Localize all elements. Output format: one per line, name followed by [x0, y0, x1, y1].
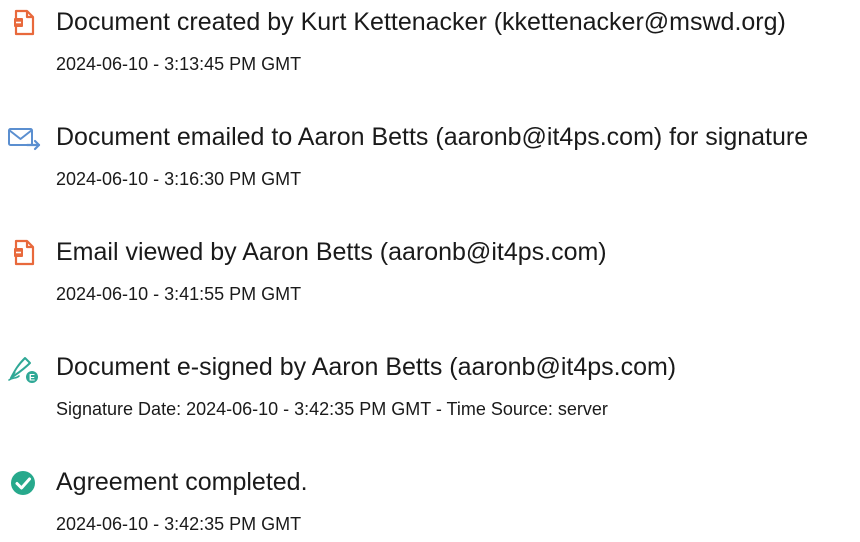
svg-text:E: E: [29, 373, 35, 383]
email-viewed-icon: [6, 238, 42, 268]
audit-event-email-viewed: Email viewed by Aaron Betts (aaronb@it4p…: [0, 232, 860, 312]
email-sent-icon: [6, 123, 42, 153]
event-signature-details: Signature Date: 2024-06-10 - 3:42:35 PM …: [56, 399, 608, 419]
event-timestamp: 2024-06-10 - 3:42:35 PM GMT: [56, 514, 302, 534]
audit-event-agreement-completed: Agreement completed. 2024-06-10 - 3:42:3…: [0, 462, 860, 542]
event-title: Document e-signed by Aaron Betts (aaronb…: [56, 353, 677, 381]
document-created-icon: [6, 8, 42, 38]
esign-pen-icon: E: [6, 353, 42, 383]
event-timestamp: 2024-06-10 - 3:13:45 PM GMT: [56, 54, 302, 74]
event-timestamp: 2024-06-10 - 3:41:55 PM GMT: [56, 284, 302, 304]
audit-event-document-esigned: E Document e-signed by Aaron Betts (aaro…: [0, 347, 860, 427]
event-title: Document created by Kurt Kettenacker (kk…: [56, 8, 786, 36]
event-timestamp: 2024-06-10 - 3:16:30 PM GMT: [56, 169, 302, 189]
event-title: Agreement completed.: [56, 468, 308, 496]
audit-event-document-created: Document created by Kurt Kettenacker (kk…: [0, 2, 860, 82]
event-title: Email viewed by Aaron Betts (aaronb@it4p…: [56, 238, 607, 266]
audit-event-document-emailed: Document emailed to Aaron Betts (aaronb@…: [0, 117, 860, 197]
event-title: Document emailed to Aaron Betts (aaronb@…: [56, 123, 809, 151]
check-circle-icon: [6, 468, 42, 498]
